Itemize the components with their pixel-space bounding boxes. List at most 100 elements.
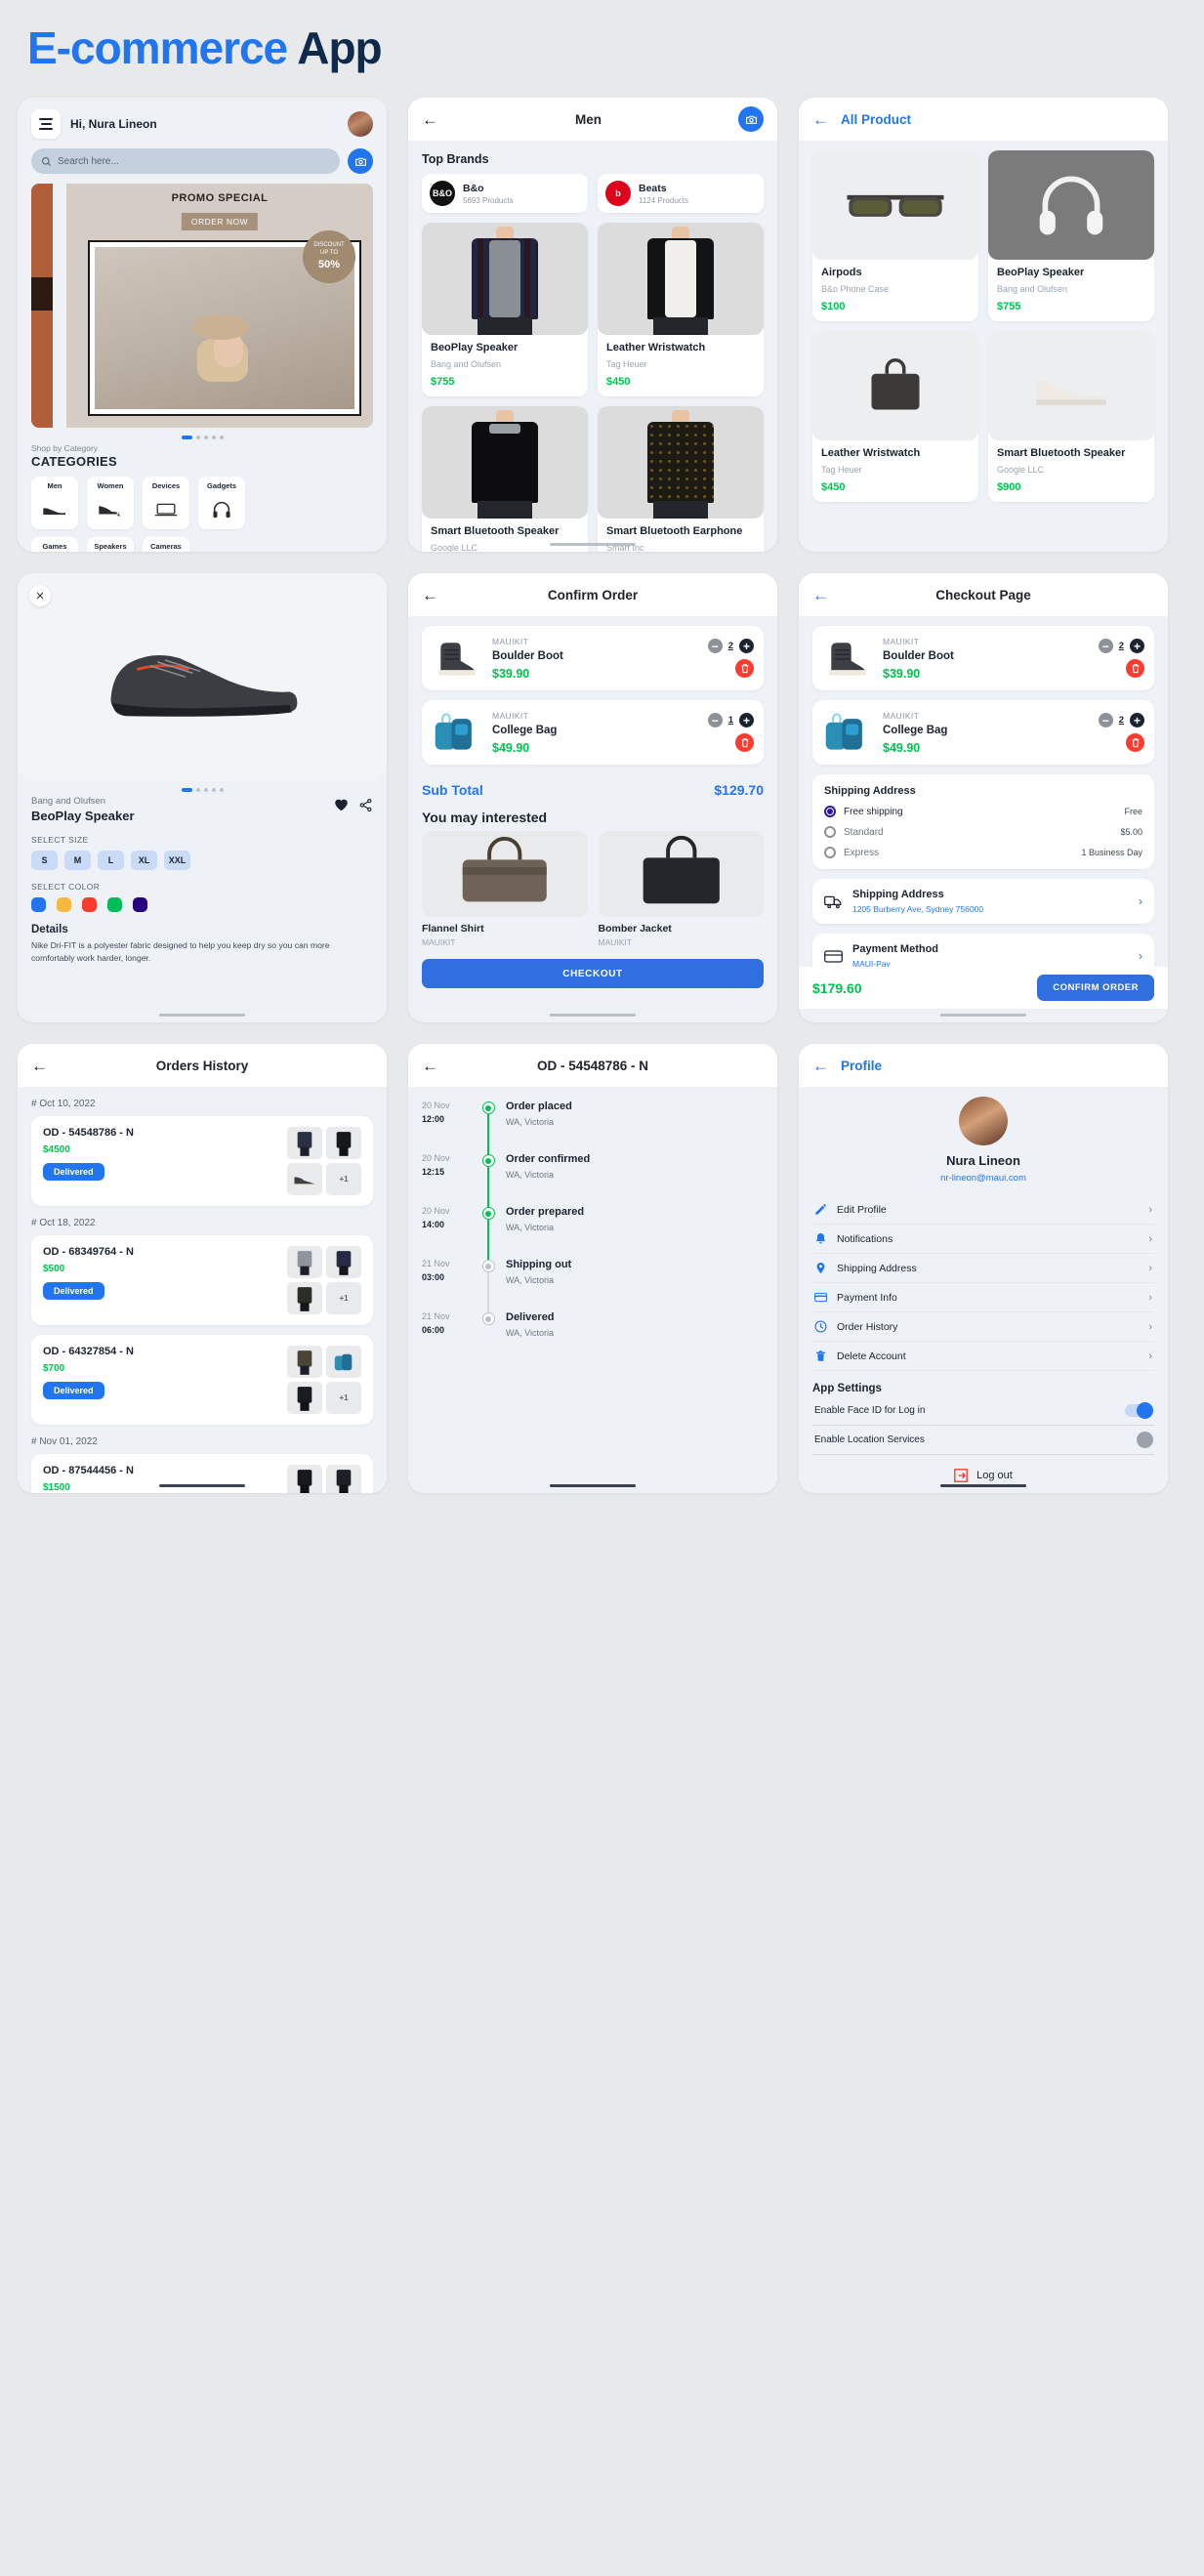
decrease-quantity-button[interactable]: − xyxy=(707,713,723,727)
menu-item-edit-profile[interactable]: Edit Profile › xyxy=(812,1195,1154,1225)
delete-item-button[interactable] xyxy=(1126,659,1144,678)
boot-illustration xyxy=(829,643,866,676)
brand-count: 1124 Products xyxy=(639,195,688,205)
size-option[interactable]: XXL xyxy=(164,851,190,870)
category-gadgets[interactable]: Gadgets xyxy=(198,477,245,529)
confirm-order-title: Confirm Order xyxy=(547,587,639,602)
setting-location-services[interactable]: Enable Location Services xyxy=(812,1426,1154,1455)
back-arrow-icon[interactable]: ← xyxy=(422,111,438,128)
promo-banner[interactable]: PROMO SPECIAL ORDER NOW DISCOUNT UP TO 5… xyxy=(31,184,373,428)
trash-icon xyxy=(1132,738,1139,748)
color-swatch-green[interactable] xyxy=(107,897,122,912)
menu-item-order-history[interactable]: Order History › xyxy=(812,1312,1154,1342)
search-input[interactable]: Search here... xyxy=(31,148,340,174)
decrease-quantity-button[interactable]: − xyxy=(1098,713,1113,727)
product-card[interactable]: Leather Wristwatch Tag Heuer $450 xyxy=(598,223,764,396)
product-card[interactable]: Smart Bluetooth Speaker Google LLC $900 xyxy=(422,405,588,552)
order-card[interactable]: OD - 54548786 - N $4500 Delivered +1 xyxy=(31,1116,373,1206)
order-card[interactable]: OD - 64327854 - N $700 Delivered +1 xyxy=(31,1335,373,1425)
size-option[interactable]: M xyxy=(64,851,91,870)
order-thumb-more: +1 xyxy=(326,1163,361,1195)
color-swatch-yellow[interactable] xyxy=(57,897,71,912)
toggle-switch-off[interactable] xyxy=(1125,1432,1153,1448)
category-cameras[interactable]: Cameras xyxy=(143,537,189,552)
color-swatch-purple[interactable] xyxy=(133,897,147,912)
category-men[interactable]: Men xyxy=(31,477,78,529)
product-card[interactable]: Leather Wristwatch Tag Heuer $450 xyxy=(812,330,978,502)
order-now-button[interactable]: ORDER NOW xyxy=(181,213,259,230)
search-placeholder: Search here... xyxy=(58,155,119,167)
menu-label: Order History xyxy=(837,1320,898,1333)
scroll-indicator[interactable] xyxy=(940,1014,1026,1017)
logout-button[interactable]: Log out xyxy=(799,1469,1168,1482)
shipping-option[interactable]: Express 1 Business Day xyxy=(824,847,1142,858)
shipping-option[interactable]: Free shipping Free xyxy=(824,806,1142,817)
order-card[interactable]: OD - 68349764 - N $500 Delivered +1 xyxy=(31,1235,373,1325)
suggestion-card[interactable]: Bomber Jacket MAUIKIT xyxy=(598,831,764,947)
size-option[interactable]: XL xyxy=(131,851,157,870)
item-info: MAUIKIT Boulder Boot $39.90 xyxy=(883,637,1089,681)
camera-search-button[interactable] xyxy=(348,148,373,174)
shipping-option[interactable]: Standard $5.00 xyxy=(824,826,1142,838)
category-women[interactable]: Women xyxy=(87,477,134,529)
decrease-quantity-button[interactable]: − xyxy=(1098,639,1113,653)
scroll-indicator[interactable] xyxy=(159,1014,245,1017)
checkout-button[interactable]: CHECKOUT xyxy=(422,959,764,988)
credit-card-icon xyxy=(814,1292,827,1303)
suggestion-card[interactable]: Flannel Shirt MAUIKIT xyxy=(422,831,588,947)
product-brand: Tag Heuer xyxy=(821,464,862,475)
scroll-indicator[interactable] xyxy=(550,1014,636,1017)
brand-card[interactable]: B&O B&o 5693 Products xyxy=(422,174,588,213)
product-brand: Bang and Olufsen xyxy=(431,358,502,369)
back-arrow-icon[interactable]: ← xyxy=(812,1058,829,1074)
increase-quantity-button[interactable]: + xyxy=(1130,713,1144,727)
close-icon[interactable]: ✕ xyxy=(29,585,51,606)
avatar[interactable] xyxy=(348,111,373,137)
promo-pagination[interactable] xyxy=(18,428,387,443)
share-icon[interactable] xyxy=(358,798,373,812)
size-option[interactable]: S xyxy=(31,851,58,870)
confirm-order-button[interactable]: CONFIRM ORDER xyxy=(1037,975,1154,1001)
delete-item-button[interactable] xyxy=(735,659,754,678)
back-arrow-icon[interactable]: ← xyxy=(812,587,829,603)
brand-card[interactable]: b Beats 1124 Products xyxy=(598,174,764,213)
shipping-address-card[interactable]: Shipping Address 1205 Burberry Ave, Sydn… xyxy=(812,879,1154,924)
heart-icon[interactable] xyxy=(334,798,349,811)
setting-face-id[interactable]: Enable Face ID for Log in xyxy=(812,1396,1154,1426)
menu-item-payment-info[interactable]: Payment Info › xyxy=(812,1283,1154,1312)
order-card[interactable]: OD - 87544456 - N $1500 Delivered +4 xyxy=(31,1454,373,1493)
product-card[interactable]: Smart Bluetooth Speaker Google LLC $900 xyxy=(988,330,1154,502)
back-arrow-icon[interactable]: ← xyxy=(422,587,438,603)
avatar[interactable] xyxy=(959,1097,1008,1145)
menu-item-delete-account[interactable]: Delete Account › xyxy=(812,1342,1154,1371)
scroll-indicator[interactable] xyxy=(550,543,636,546)
delete-item-button[interactable] xyxy=(735,733,754,752)
increase-quantity-button[interactable]: + xyxy=(739,713,754,727)
increase-quantity-button[interactable]: + xyxy=(1130,639,1144,653)
category-speakers[interactable]: Speakers xyxy=(87,537,134,552)
product-card[interactable]: Smart Bluetooth Earphone Smart Inc $1200 xyxy=(598,405,764,552)
size-options: S M L XL XXL xyxy=(31,851,373,870)
detail-pagination[interactable] xyxy=(18,780,387,796)
back-arrow-icon[interactable]: ← xyxy=(422,1058,438,1074)
size-option[interactable]: L xyxy=(98,851,124,870)
delete-item-button[interactable] xyxy=(1126,733,1144,752)
detail-body: Bang and Olufsen BeoPlay Speaker SELECT … xyxy=(18,796,387,966)
camera-search-button[interactable] xyxy=(738,106,764,132)
menu-icon[interactable] xyxy=(31,109,61,139)
toggle-switch-on[interactable] xyxy=(1125,1402,1153,1419)
back-arrow-icon[interactable]: ← xyxy=(31,1058,48,1074)
home-indicator xyxy=(550,1484,636,1487)
back-arrow-icon[interactable]: ← xyxy=(812,111,829,128)
increase-quantity-button[interactable]: + xyxy=(739,639,754,653)
category-games[interactable]: Games xyxy=(31,537,78,552)
menu-item-shipping-address[interactable]: Shipping Address › xyxy=(812,1254,1154,1283)
product-card[interactable]: BeoPlay Speaker Bang and Olufsen $755 xyxy=(988,150,1154,321)
product-card[interactable]: Airpods B&o Phone Case $100 xyxy=(812,150,978,321)
category-devices[interactable]: Devices xyxy=(143,477,189,529)
decrease-quantity-button[interactable]: − xyxy=(707,639,723,653)
menu-item-notifications[interactable]: Notifications › xyxy=(812,1225,1154,1254)
color-swatch-blue[interactable] xyxy=(31,897,46,912)
color-swatch-red[interactable] xyxy=(82,897,97,912)
product-card[interactable]: BeoPlay Speaker Bang and Olufsen $755 xyxy=(422,223,588,396)
